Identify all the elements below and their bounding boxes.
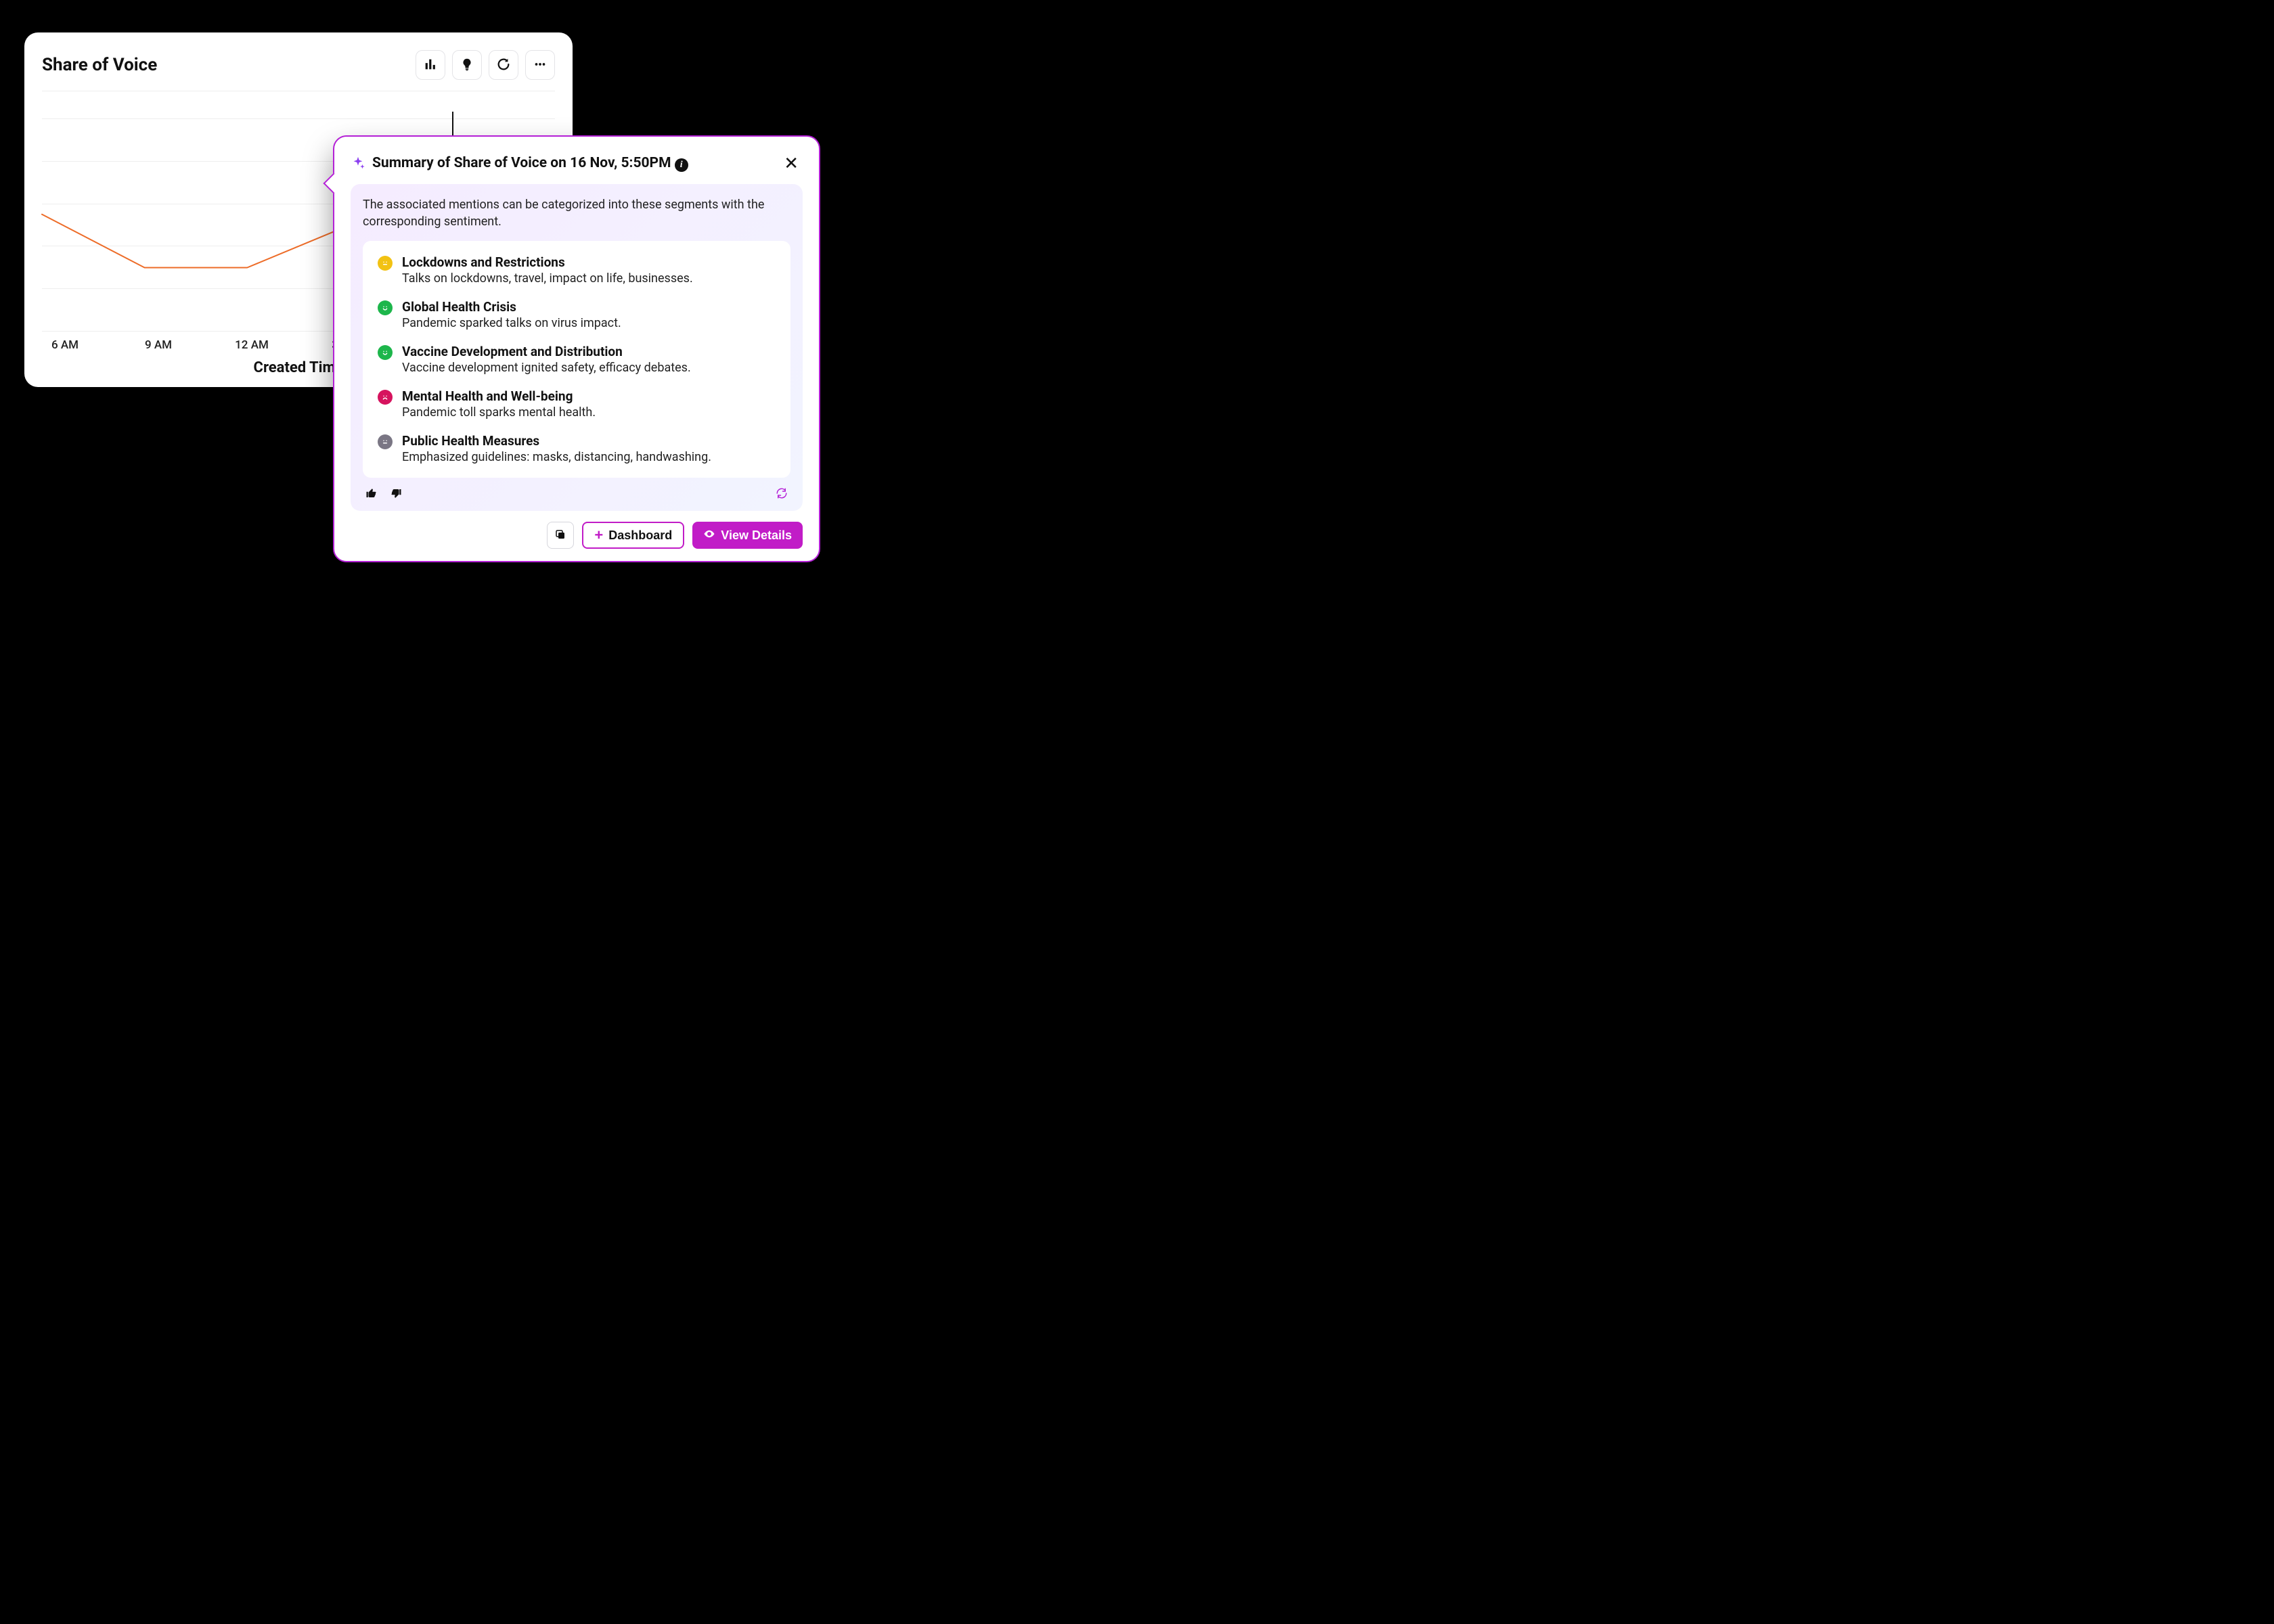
chart-toolbar (416, 50, 555, 80)
segment-desc: Vaccine development ignited safety, effi… (402, 361, 691, 375)
view-details-label: View Details (721, 528, 792, 543)
copy-button[interactable] (547, 522, 574, 549)
sentiment-sad-icon (378, 390, 393, 405)
summary-intro: The associated mentions can be categoriz… (363, 196, 790, 230)
segment-list: Lockdowns and RestrictionsTalks on lockd… (363, 241, 790, 478)
regenerate-icon (776, 487, 788, 501)
add-dashboard-button[interactable]: + Dashboard (582, 522, 684, 549)
more-button[interactable] (525, 50, 555, 80)
view-details-button[interactable]: View Details (692, 522, 803, 549)
feedback-row (363, 487, 790, 501)
segment-title: Lockdowns and Restrictions (402, 254, 693, 270)
x-tick-label: 9 AM (138, 338, 179, 352)
sparkle-icon (351, 156, 365, 171)
summary-title: Summary of Share of Voice on 16 Nov, 5:5… (372, 155, 773, 172)
segment-item: Global Health CrisisPandemic sparked tal… (378, 299, 776, 330)
summary-footer: + Dashboard View Details (351, 522, 803, 549)
close-button[interactable]: ✕ (780, 152, 803, 175)
chart-title: Share of Voice (42, 55, 157, 75)
segment-desc: Talks on lockdowns, travel, impact on li… (402, 271, 693, 286)
bar-chart-button[interactable] (416, 50, 445, 80)
copy-icon (554, 528, 566, 543)
sentiment-happy-icon (378, 300, 393, 315)
thumbs-down-button[interactable] (390, 487, 402, 501)
thumbs-up-button[interactable] (365, 487, 378, 501)
x-tick-label: 6 AM (45, 338, 85, 352)
x-tick-label: 12 AM (231, 338, 272, 352)
segment-title: Vaccine Development and Distribution (402, 344, 691, 359)
segment-desc: Pandemic sparked talks on virus impact. (402, 316, 621, 330)
summary-header: Summary of Share of Voice on 16 Nov, 5:5… (351, 152, 803, 175)
segment-item: Lockdowns and RestrictionsTalks on lockd… (378, 254, 776, 286)
close-icon: ✕ (784, 153, 799, 173)
insight-button[interactable] (452, 50, 482, 80)
segment-title: Global Health Crisis (402, 299, 621, 315)
segment-desc: Emphasized guidelines: masks, distancing… (402, 450, 711, 464)
lightbulb-icon (460, 57, 474, 74)
segment-item: Mental Health and Well-beingPandemic tol… (378, 388, 776, 420)
segment-title: Public Health Measures (402, 433, 711, 449)
plus-icon: + (594, 528, 603, 543)
chart-header: Share of Voice (42, 50, 555, 80)
sentiment-neutral-icon (378, 256, 393, 271)
thumbs-up-icon (365, 487, 378, 501)
add-dashboard-label: Dashboard (608, 528, 672, 543)
chart-axis-title: Created Time (254, 359, 344, 376)
regenerate-button[interactable] (776, 487, 788, 501)
segment-item: Public Health MeasuresEmphasized guideli… (378, 433, 776, 464)
sentiment-flat-icon (378, 434, 393, 449)
segment-desc: Pandemic toll sparks mental health. (402, 405, 596, 420)
summary-popover: Summary of Share of Voice on 16 Nov, 5:5… (333, 135, 820, 562)
sentiment-happy-icon (378, 345, 393, 360)
eye-icon (703, 528, 715, 543)
segment-title: Mental Health and Well-being (402, 388, 596, 404)
segment-item: Vaccine Development and Distribution Vacc… (378, 344, 776, 375)
refresh-icon (496, 57, 511, 74)
summary-body: The associated mentions can be categoriz… (351, 184, 803, 511)
bar-chart-icon (423, 57, 438, 74)
refresh-button[interactable] (489, 50, 518, 80)
info-icon[interactable]: i (675, 158, 688, 172)
ellipsis-icon (533, 57, 548, 74)
thumbs-down-icon (390, 487, 402, 501)
